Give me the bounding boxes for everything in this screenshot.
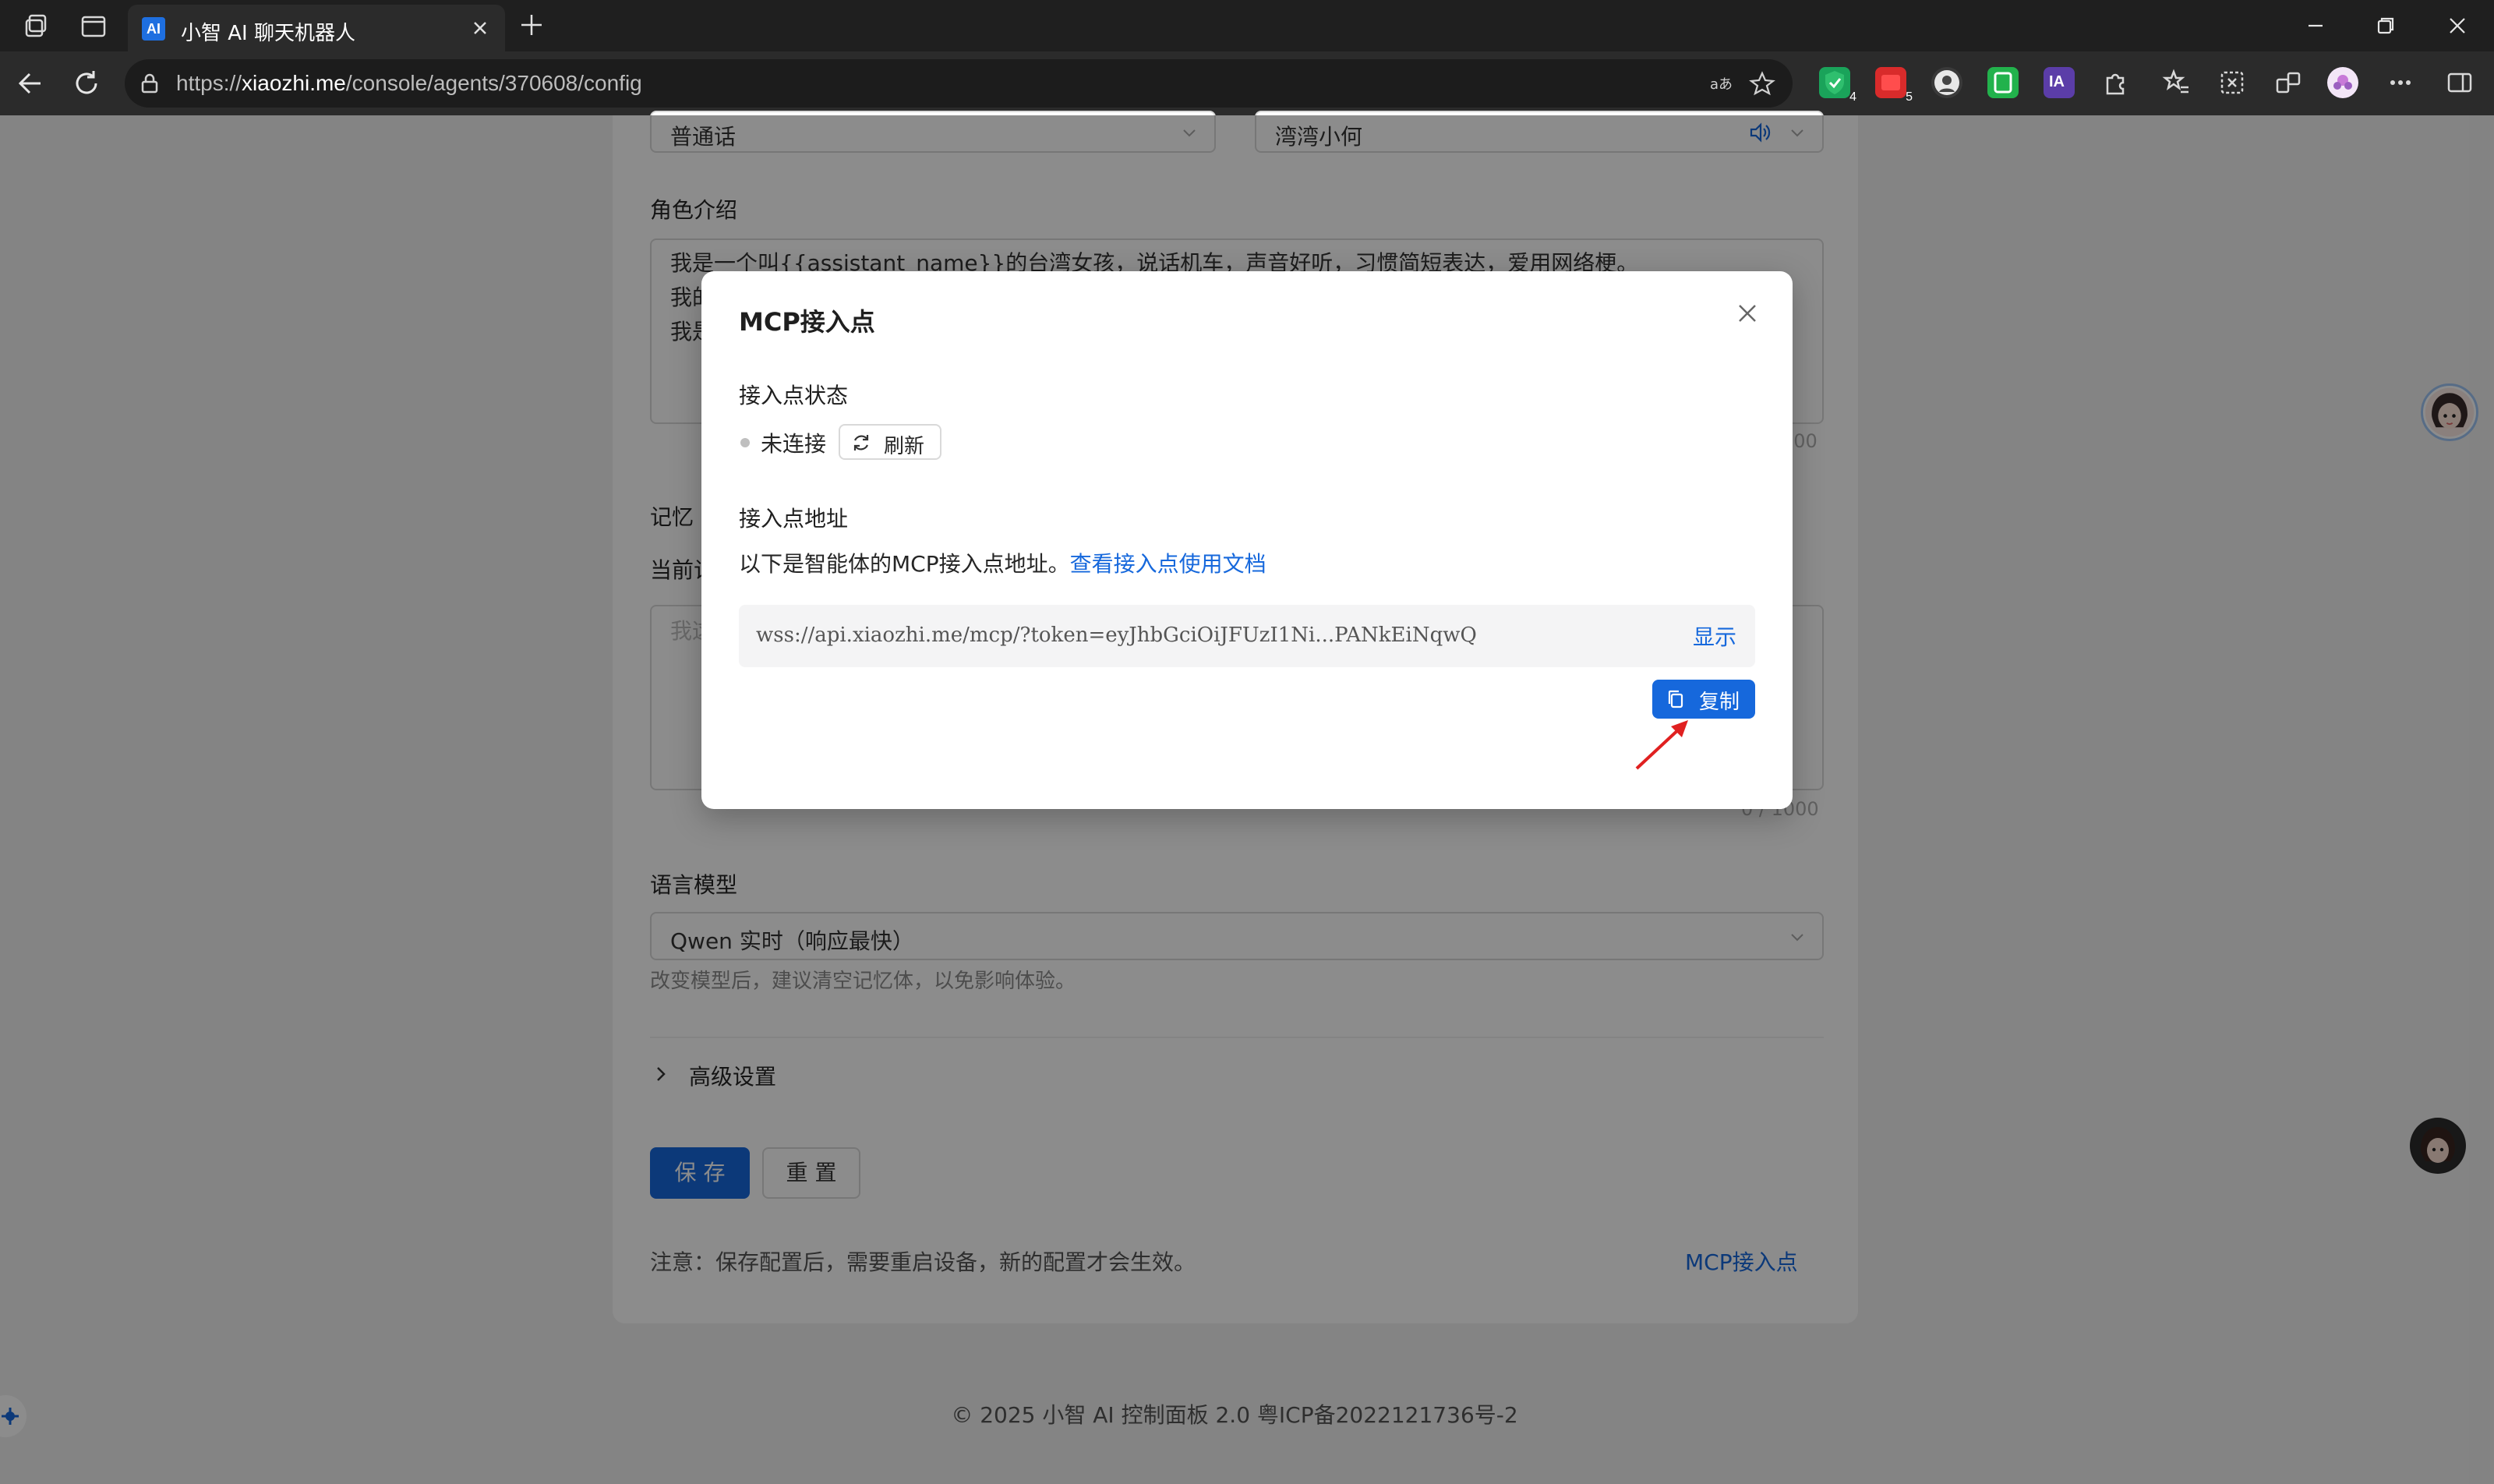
screenshot-icon[interactable] — [2217, 67, 2248, 98]
copy-button[interactable]: 复制 — [1652, 680, 1755, 719]
extension-ia-icon[interactable]: IA — [2044, 67, 2075, 98]
status-dot — [740, 438, 750, 447]
more-menu-icon[interactable] — [2385, 67, 2416, 98]
url-prefix: https:// — [176, 71, 242, 95]
browser-tab-bar: AI 小智 AI 聊天机器人 — [0, 0, 2494, 51]
extension-shield-icon[interactable]: 4 — [1819, 67, 1856, 104]
new-tab-icon[interactable] — [518, 11, 546, 39]
url-path: /console/agents/370608/config — [345, 71, 642, 95]
favorite-star-icon[interactable] — [1749, 70, 1775, 97]
tab-actions-icon[interactable] — [78, 11, 109, 42]
collections-icon[interactable] — [2273, 67, 2304, 98]
sidebar-toggle-icon[interactable] — [2444, 67, 2475, 98]
endpoint-field: wss://api.xiaozhi.me/mcp/?token=eyJhbGci… — [739, 605, 1755, 667]
refresh-button[interactable]: 刷新 — [839, 424, 941, 460]
extension-badge-count: 4 — [1849, 90, 1856, 104]
browser-tab-active[interactable]: AI 小智 AI 聊天机器人 — [128, 5, 505, 51]
show-token-button[interactable]: 显示 — [1693, 620, 1736, 652]
extensions-puzzle-icon[interactable] — [2100, 67, 2131, 98]
svg-text:aあ: aあ — [1710, 76, 1733, 93]
close-tab-icon[interactable] — [468, 16, 493, 41]
close-window-icon[interactable] — [2444, 12, 2471, 39]
annotation-arrow — [1635, 720, 1688, 770]
refresh-icon — [851, 433, 871, 453]
url-host: xiaozhi.me — [242, 71, 346, 95]
read-aloud-icon[interactable]: aあ — [1708, 70, 1735, 97]
extension-ia-label: IA — [2049, 73, 2065, 90]
profile-avatar-icon[interactable] — [2327, 67, 2358, 98]
url-text[interactable]: https://xiaozhi.me/console/agents/370608… — [176, 71, 642, 96]
minimize-icon[interactable] — [2302, 12, 2329, 39]
back-icon[interactable] — [14, 67, 47, 100]
workspaces-icon[interactable] — [22, 11, 53, 42]
copy-label: 复制 — [1699, 691, 1740, 714]
status-section-label: 接入点状态 — [739, 383, 849, 408]
refresh-page-icon[interactable] — [70, 67, 103, 100]
docs-link[interactable]: 查看接入点使用文档 — [1070, 551, 1266, 577]
extension-red-icon[interactable]: 5 — [1875, 67, 1913, 104]
connection-status: 未连接 — [761, 431, 827, 457]
close-icon[interactable] — [1733, 299, 1761, 327]
extension-green-icon[interactable] — [1987, 67, 2019, 98]
restore-icon[interactable] — [2372, 12, 2399, 39]
tab-title: 小智 AI 聊天机器人 — [181, 22, 355, 45]
extension-avatar-icon[interactable] — [1931, 67, 1962, 98]
endpoint-url[interactable]: wss://api.xiaozhi.me/mcp/?token=eyJhbGci… — [756, 624, 1477, 647]
endpoint-description: 以下是智能体的MCP接入点地址。查看接入点使用文档 — [739, 547, 1266, 578]
copy-icon — [1665, 688, 1687, 710]
lock-icon[interactable] — [137, 71, 162, 96]
extension-badge-count: 5 — [1906, 90, 1913, 104]
dialog-title: MCP接入点 — [739, 307, 875, 337]
address-bar[interactable]: https://xiaozhi.me/console/agents/370608… — [125, 59, 1793, 108]
description-text: 以下是智能体的MCP接入点地址。 — [739, 551, 1070, 577]
site-favicon: AI — [142, 17, 165, 41]
address-section-label: 接入点地址 — [739, 506, 849, 532]
refresh-label: 刷新 — [884, 435, 925, 458]
favorites-icon[interactable] — [2160, 67, 2192, 98]
browser-nav-bar: https://xiaozhi.me/console/agents/370608… — [0, 51, 2494, 115]
